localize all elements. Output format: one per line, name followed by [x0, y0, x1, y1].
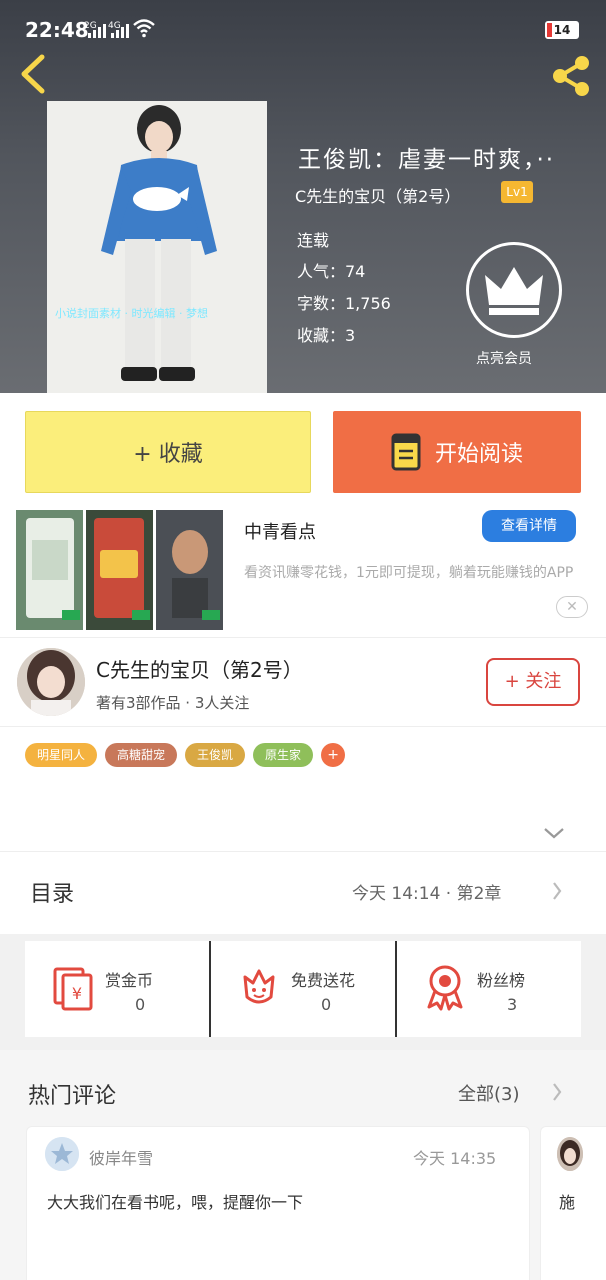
start-reading-label: 开始阅读 — [434, 442, 523, 467]
battery-indicator: 14 — [545, 21, 579, 39]
book-detail-content: + 收藏 开始阅读 中青看点 查看详情 看资讯赚零花钱，1元即可提现，躺着玩能赚… — [0, 393, 606, 934]
commenter-name: 彼岸年雪 — [89, 1149, 154, 1168]
chevron-down-icon[interactable] — [543, 826, 565, 840]
signal-icon — [88, 22, 106, 38]
signal-icon — [111, 22, 129, 38]
toc-label: 目录 — [30, 882, 75, 907]
reward-fans-button[interactable]: 粉丝榜 3 — [395, 941, 581, 1037]
follow-button[interactable]: + 关注 — [486, 658, 580, 706]
clock: 22:48 — [25, 18, 89, 42]
vip-label[interactable]: 点亮会员 — [476, 348, 532, 368]
book-word-count: 字数：1,756 — [297, 294, 391, 313]
author-stats: 著有3部作品 · 3人关注 — [96, 694, 250, 712]
author-avatar[interactable] — [17, 648, 85, 716]
ad-banner[interactable]: 中青看点 查看详情 看资讯赚零花钱，1元即可提现，躺着玩能赚钱的APP ✕ — [16, 510, 606, 630]
book-icon — [391, 433, 421, 471]
author-name: C先生的宝贝（第2号） — [96, 658, 303, 682]
reward-coins-button[interactable]: ¥ 赏金币 0 — [25, 941, 209, 1037]
comments-title: 热门评论 — [28, 1084, 117, 1109]
book-favorites: 收藏：3 — [297, 326, 356, 345]
book-popularity: 人气：74 — [297, 262, 366, 281]
tag[interactable]: 原生家 — [253, 743, 314, 767]
comment-text: 大大我们在看书呢，喂，提醒你一下 — [47, 1193, 304, 1212]
chevron-right-icon[interactable] — [552, 1082, 562, 1102]
reward-label: 粉丝榜 — [477, 971, 526, 990]
tag[interactable]: 王俊凯 — [185, 743, 246, 767]
reward-value: 0 — [321, 995, 332, 1014]
book-header: 22:48 2G 4G 14 小说封面素材 · 时光编辑 · 梦想 王俊凯：虐妻… — [0, 0, 606, 393]
reward-label: 赏金币 — [105, 971, 154, 990]
toc-latest-chapter: 今天 14:14 · 第2章 — [352, 884, 502, 904]
comment-text: 施 — [559, 1193, 576, 1212]
comment-card[interactable]: 施 — [540, 1126, 606, 1280]
chevron-right-icon — [553, 882, 562, 900]
book-cover[interactable]: 小说封面素材 · 时光编辑 · 梦想 — [47, 101, 267, 393]
tag[interactable]: 高糖甜宠 — [105, 743, 178, 767]
ad-detail-button[interactable]: 查看详情 — [482, 510, 576, 542]
tag-list: 明星同人 高糖甜宠 王俊凯 原生家 + — [25, 743, 346, 767]
start-reading-button[interactable]: 开始阅读 — [333, 411, 581, 493]
level-badge: Lv1 — [501, 181, 533, 203]
all-comments-link[interactable]: 全部(3) — [458, 1080, 520, 1106]
comment-time: 今天 14:35 — [413, 1149, 497, 1168]
coin-envelope-icon: ¥ — [53, 967, 93, 1011]
ad-image — [86, 510, 153, 630]
commenter-avatar[interactable] — [557, 1137, 583, 1171]
battery-level: 14 — [553, 23, 571, 37]
medal-icon — [427, 965, 463, 1011]
share-icon[interactable] — [548, 54, 594, 98]
comment-card[interactable]: 彼岸年雪 今天 14:35 大大我们在看书呢，喂，提醒你一下 — [26, 1126, 530, 1280]
vip-button[interactable] — [466, 242, 562, 338]
reward-label: 免费送花 — [291, 971, 356, 990]
tag[interactable]: 明星同人 — [25, 743, 98, 767]
back-button[interactable] — [14, 52, 50, 96]
book-status: 连载 — [297, 231, 330, 250]
book-author[interactable]: C先生的宝贝（第2号） — [295, 183, 460, 207]
crown-icon — [485, 267, 543, 315]
svg-text:¥: ¥ — [72, 984, 82, 1003]
ad-title: 中青看点 — [244, 522, 316, 543]
table-of-contents[interactable]: 目录 今天 14:14 · 第2章 — [0, 851, 606, 929]
book-title: 王俊凯：虐妻一时爽，·· — [298, 147, 556, 173]
reward-flower-button[interactable]: 免费送花 0 — [209, 941, 395, 1037]
ad-image — [156, 510, 223, 630]
ad-close-button[interactable]: ✕ — [556, 596, 588, 618]
collect-button[interactable]: + 收藏 — [25, 411, 311, 493]
commenter-avatar[interactable] — [45, 1137, 79, 1171]
reward-panel: ¥ 赏金币 0 免费送花 0 粉丝榜 3 — [25, 941, 581, 1037]
status-bar: 22:48 2G 4G 14 — [0, 0, 606, 56]
ad-image — [16, 510, 83, 630]
hot-comments-section: 热门评论 全部(3) 彼岸年雪 今天 14:35 大大我们在看书呢，喂，提醒你一… — [0, 1050, 606, 1280]
cover-watermark: 小说封面素材 · 时光编辑 · 梦想 — [55, 307, 208, 320]
add-tag-button[interactable]: + — [321, 743, 346, 767]
wifi-icon — [133, 19, 155, 38]
reward-value: 0 — [135, 995, 146, 1014]
reward-value: 3 — [507, 995, 518, 1014]
flower-icon — [243, 969, 275, 1004]
author-card[interactable]: C先生的宝贝（第2号） 著有3部作品 · 3人关注 + 关注 — [0, 637, 606, 727]
cover-illustration — [47, 101, 267, 393]
ad-description: 看资讯赚零花钱，1元即可提现，躺着玩能赚钱的APP — [244, 565, 574, 581]
